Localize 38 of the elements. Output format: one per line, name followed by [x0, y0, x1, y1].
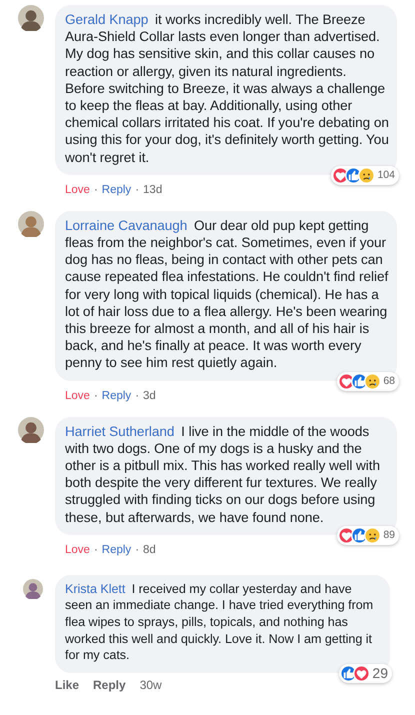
separator-dot: ·	[135, 390, 140, 402]
comment-text: Gerald Knapp it works incredibly well. The Breeze Aura-Shield Collar lasts even longer than advertised. My dog has sensitive skin, and this collar causes no reaction or allergy, given its natural ingredients. Before switching to Breeze, it was always a challenge to keep the fleas at bay. Additionally, using other chemical collars irritated his coat. If you're debating on using this for your dog, it's definitely worth getting. You won't regret it.	[65, 11, 389, 166]
reply-link[interactable]: Reply	[93, 678, 126, 692]
avatar[interactable]	[18, 5, 44, 31]
reply-link[interactable]: Reply	[102, 184, 132, 196]
timestamp: 13d	[143, 184, 162, 196]
reaction-link[interactable]: Like	[55, 678, 80, 692]
separator-dot: ·	[135, 544, 140, 556]
reply-link[interactable]: Reply	[102, 544, 132, 556]
reply-link[interactable]: Reply	[102, 390, 132, 402]
reaction-link[interactable]: Love	[65, 184, 90, 196]
timestamp: 3d	[143, 390, 156, 402]
comment-text: Harriet Sutherland I live in the middle of the woods with two dogs. One of my dogs is a husky and the other is a pitbull mix. This has worked really well with both despite the very different fur textures. We really struggled with finding ticks on our dogs before using these, but afterwards, we have found none.	[65, 422, 382, 526]
reaction-summary[interactable]: 104	[331, 166, 399, 185]
avatar[interactable]	[23, 578, 43, 599]
author-link[interactable]: Harriet Sutherland	[65, 424, 174, 439]
timestamp: 8d	[143, 544, 156, 556]
reaction-summary[interactable]: 68	[337, 372, 399, 391]
separator-dot: ·	[94, 390, 98, 402]
sad-reaction-icon	[364, 526, 382, 544]
author-link[interactable]: Lorraine Cavanaugh	[65, 218, 188, 233]
heart-reaction-icon	[353, 664, 370, 682]
reaction-link[interactable]: Love	[65, 390, 90, 402]
reaction-link[interactable]: Love	[65, 544, 90, 556]
avatar[interactable]	[18, 416, 44, 443]
separator-dot: ·	[94, 544, 98, 556]
reaction-summary[interactable]: 89	[337, 526, 399, 545]
author-link[interactable]: Krista Klett	[65, 582, 126, 596]
separator-dot: ·	[94, 184, 98, 196]
avatar[interactable]	[18, 210, 44, 237]
sad-reaction-icon	[358, 166, 376, 184]
timestamp: 30w	[140, 678, 162, 692]
author-link[interactable]: Gerald Knapp	[65, 12, 148, 27]
comment-text: Krista Klett I received my collar yesterday and have seen an immediate change. I have tried everything from flea wipes to sprays, pills, topicals, and nothing has worked this well and quickly. Love it. Now I am getting it for my cats.	[65, 580, 374, 664]
comment-text: Lorraine Cavanaugh Our dear old pup kept getting fleas from the neighbor's cat. Sometimes, even if your dog has no fleas, being in contact with other pets can cause repeated flea infestations. He couldn't find relief for very long with topical liquids (chemical). He has a lot of hair loss due to a flea allergy. He's been wearing this breeze for almost a month, and all of his hair is back, and he's finally at peace. It was worth every penny to see him rest quietly again.	[65, 216, 389, 372]
reaction-summary[interactable]: 29	[339, 664, 392, 683]
sad-reaction-icon	[364, 372, 382, 390]
separator-dot: ·	[135, 184, 140, 196]
